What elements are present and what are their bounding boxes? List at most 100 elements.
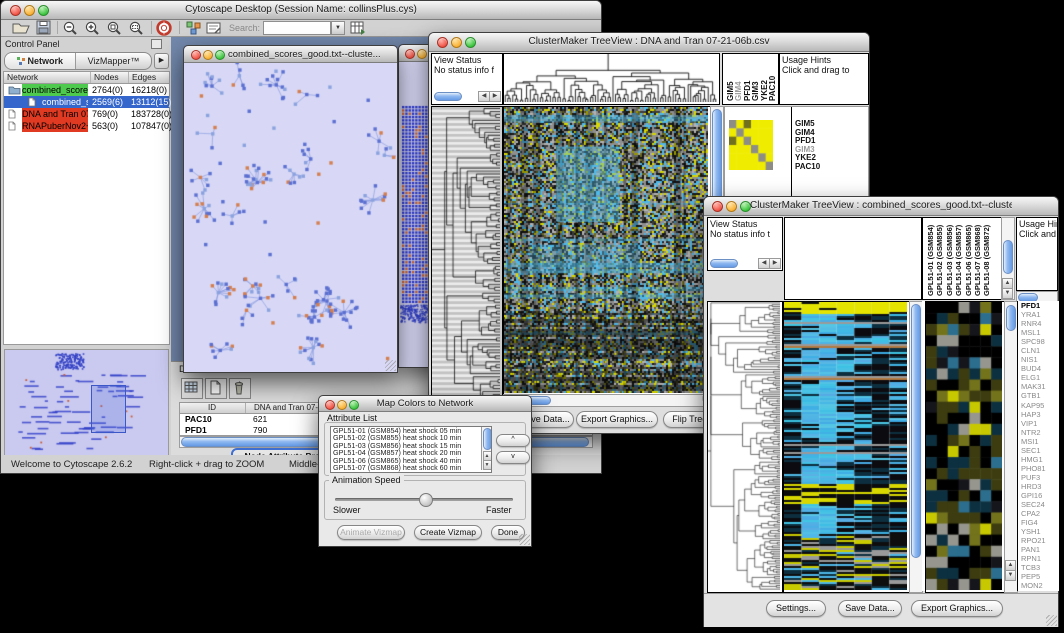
zoom-vscrollbar[interactable]: ▲ ▼ [1004,301,1018,593]
minimize-button[interactable] [203,50,213,60]
birdseye-view[interactable] [4,349,169,457]
search-dropdown-arrow[interactable]: ▼ [331,21,345,35]
network-row[interactable]: combined_sco2569(6)13112(15) [4,96,169,108]
settings-button[interactable]: Settings... [766,600,826,617]
float-panel-icon[interactable] [151,39,162,49]
open-file-icon[interactable] [11,20,33,37]
close-button[interactable] [712,201,723,212]
map-node-attributes-icon[interactable] [185,20,207,37]
resize-grip[interactable] [1046,615,1057,626]
data-col-id: ID [180,403,244,412]
scroll-right-arrow[interactable]: ▶ [769,258,781,269]
network-row[interactable]: RNAPuberNov2+563(0)107847(0) [4,120,169,132]
create-vizmap-button[interactable]: Create Vizmap [414,525,482,540]
minimize-button[interactable] [417,49,427,59]
column-dendrogram-canvas[interactable] [504,54,717,102]
gene-label: PHO81 [1018,464,1059,473]
heatmap-global-canvas[interactable] [504,107,708,393]
dialog-titlebar[interactable]: Map Colors to Network [319,396,531,412]
close-button[interactable] [405,49,415,59]
heatmap-hscrollbar[interactable]: ▶ [503,394,724,407]
save-icon[interactable] [35,20,57,37]
delete-attribute-icon[interactable] [229,378,251,399]
export-graphics-button[interactable]: Export Graphics... [576,411,658,428]
usage-hints-panel: Usage Hints Click and drag to [779,53,869,105]
cell-id: PFD1 [185,425,207,436]
close-button[interactable] [437,37,448,48]
scroll-thumb[interactable] [1003,240,1013,274]
minimize-button[interactable] [451,37,462,48]
move-down-button[interactable]: v [496,451,530,464]
heatmap-vscrollbar[interactable] [909,301,923,593]
scroll-thumb[interactable] [483,428,492,450]
animate-vizmap-button[interactable]: Animate Vizmap [337,525,405,540]
save-data-button[interactable]: Save Data... [838,600,902,617]
zoom-matrix-canvas[interactable] [729,120,773,170]
close-button[interactable] [10,5,21,16]
tab-network[interactable]: Network [5,53,76,69]
annotations-icon[interactable] [205,20,227,37]
heatmap-global-panel[interactable] [503,106,711,396]
column-dendrogram-panel[interactable] [784,217,922,300]
close-button[interactable] [325,400,335,410]
gene-label: KAP95 [1018,401,1059,410]
move-up-button[interactable]: ^ [496,434,530,447]
network-row[interactable]: combined_scores2764(0)16218(0) [4,84,169,96]
import-table-icon[interactable] [349,20,371,37]
zoom-button[interactable] [215,50,225,60]
row-dendrogram-panel[interactable] [707,301,783,593]
heatmap-global-panel[interactable] [783,301,910,593]
resize-grip[interactable] [385,360,396,371]
main-titlebar[interactable]: Cytoscape Desktop (Session Name: collins… [1,1,601,20]
row-dendrogram-canvas[interactable] [708,302,780,590]
scroll-down-arrow[interactable]: ▼ [483,460,492,470]
minimize-button[interactable] [24,5,35,16]
treeview-dna-titlebar[interactable]: ClusterMaker TreeView : DNA and Tran 07-… [429,33,869,52]
network-row[interactable]: DNA and Tran 07769(0)183728(0) [4,108,169,120]
minimize-button[interactable] [726,201,737,212]
treeview-combined-titlebar[interactable]: ClusterMaker TreeView : combined_scores_… [704,197,1058,216]
slider-thumb[interactable] [419,493,433,507]
zoom-button[interactable] [349,400,359,410]
column-dendrogram-panel[interactable] [503,53,720,105]
view-status-hscroll-thumb[interactable] [710,259,738,268]
scroll-down-arrow[interactable]: ▼ [1005,570,1016,581]
network1-titlebar[interactable]: combined_scores_good.txt--cluste... [184,46,397,63]
select-attributes-icon[interactable] [181,378,203,399]
faster-label: Faster [486,505,512,515]
attribute-item[interactable]: GPL51-07 (GSM868) heat shock 60 min [333,464,479,471]
birdseye-canvas[interactable] [5,350,166,454]
zoom-out-icon[interactable] [61,20,83,37]
heatmap-global-canvas[interactable] [784,302,907,590]
view-status-hscroll-thumb[interactable] [434,92,462,101]
heatmap-zoom-panel[interactable] [925,301,1005,593]
row-dendrogram-canvas[interactable] [432,107,500,405]
row-dendrogram-panel[interactable] [431,106,503,408]
network1-canvas[interactable] [185,63,396,370]
scroll-down-arrow[interactable]: ▼ [1002,288,1013,299]
scroll-right-arrow[interactable]: ▶ [489,91,501,102]
close-button[interactable] [191,50,201,60]
column-labels-vscrollbar[interactable]: ▲ ▼ [1001,217,1015,300]
scroll-thumb[interactable] [911,304,921,558]
heatmap-zoom-canvas[interactable] [926,302,1002,590]
status-hint-pan: Middle- [289,459,320,470]
zoom-fit-icon[interactable] [127,20,149,37]
birdseye-selection-rect[interactable] [91,385,126,433]
animation-speed-slider[interactable] [335,498,513,501]
help-icon[interactable] [155,20,177,37]
attribute-list[interactable]: GPL51-01 (GSM854) heat shock 05 min GPL5… [330,426,492,473]
new-attribute-icon[interactable] [205,378,227,399]
zoom-selected-icon[interactable] [105,20,127,37]
export-graphics-button[interactable]: Export Graphics... [911,600,1003,617]
scroll-thumb[interactable] [1006,305,1016,331]
attribute-list-vscrollbar[interactable]: ▲ ▼ [481,427,491,470]
view-status-text: No status info t [708,229,782,239]
minimize-button[interactable] [337,400,347,410]
search-input[interactable] [263,21,331,35]
tab-vizmapper[interactable]: VizMapper™ [76,53,151,69]
gene-label: SEC24 [1018,500,1059,509]
resize-grip[interactable] [519,534,530,545]
tab-overflow-arrow[interactable]: ▶ [154,53,169,69]
zoom-in-icon[interactable] [83,20,105,37]
